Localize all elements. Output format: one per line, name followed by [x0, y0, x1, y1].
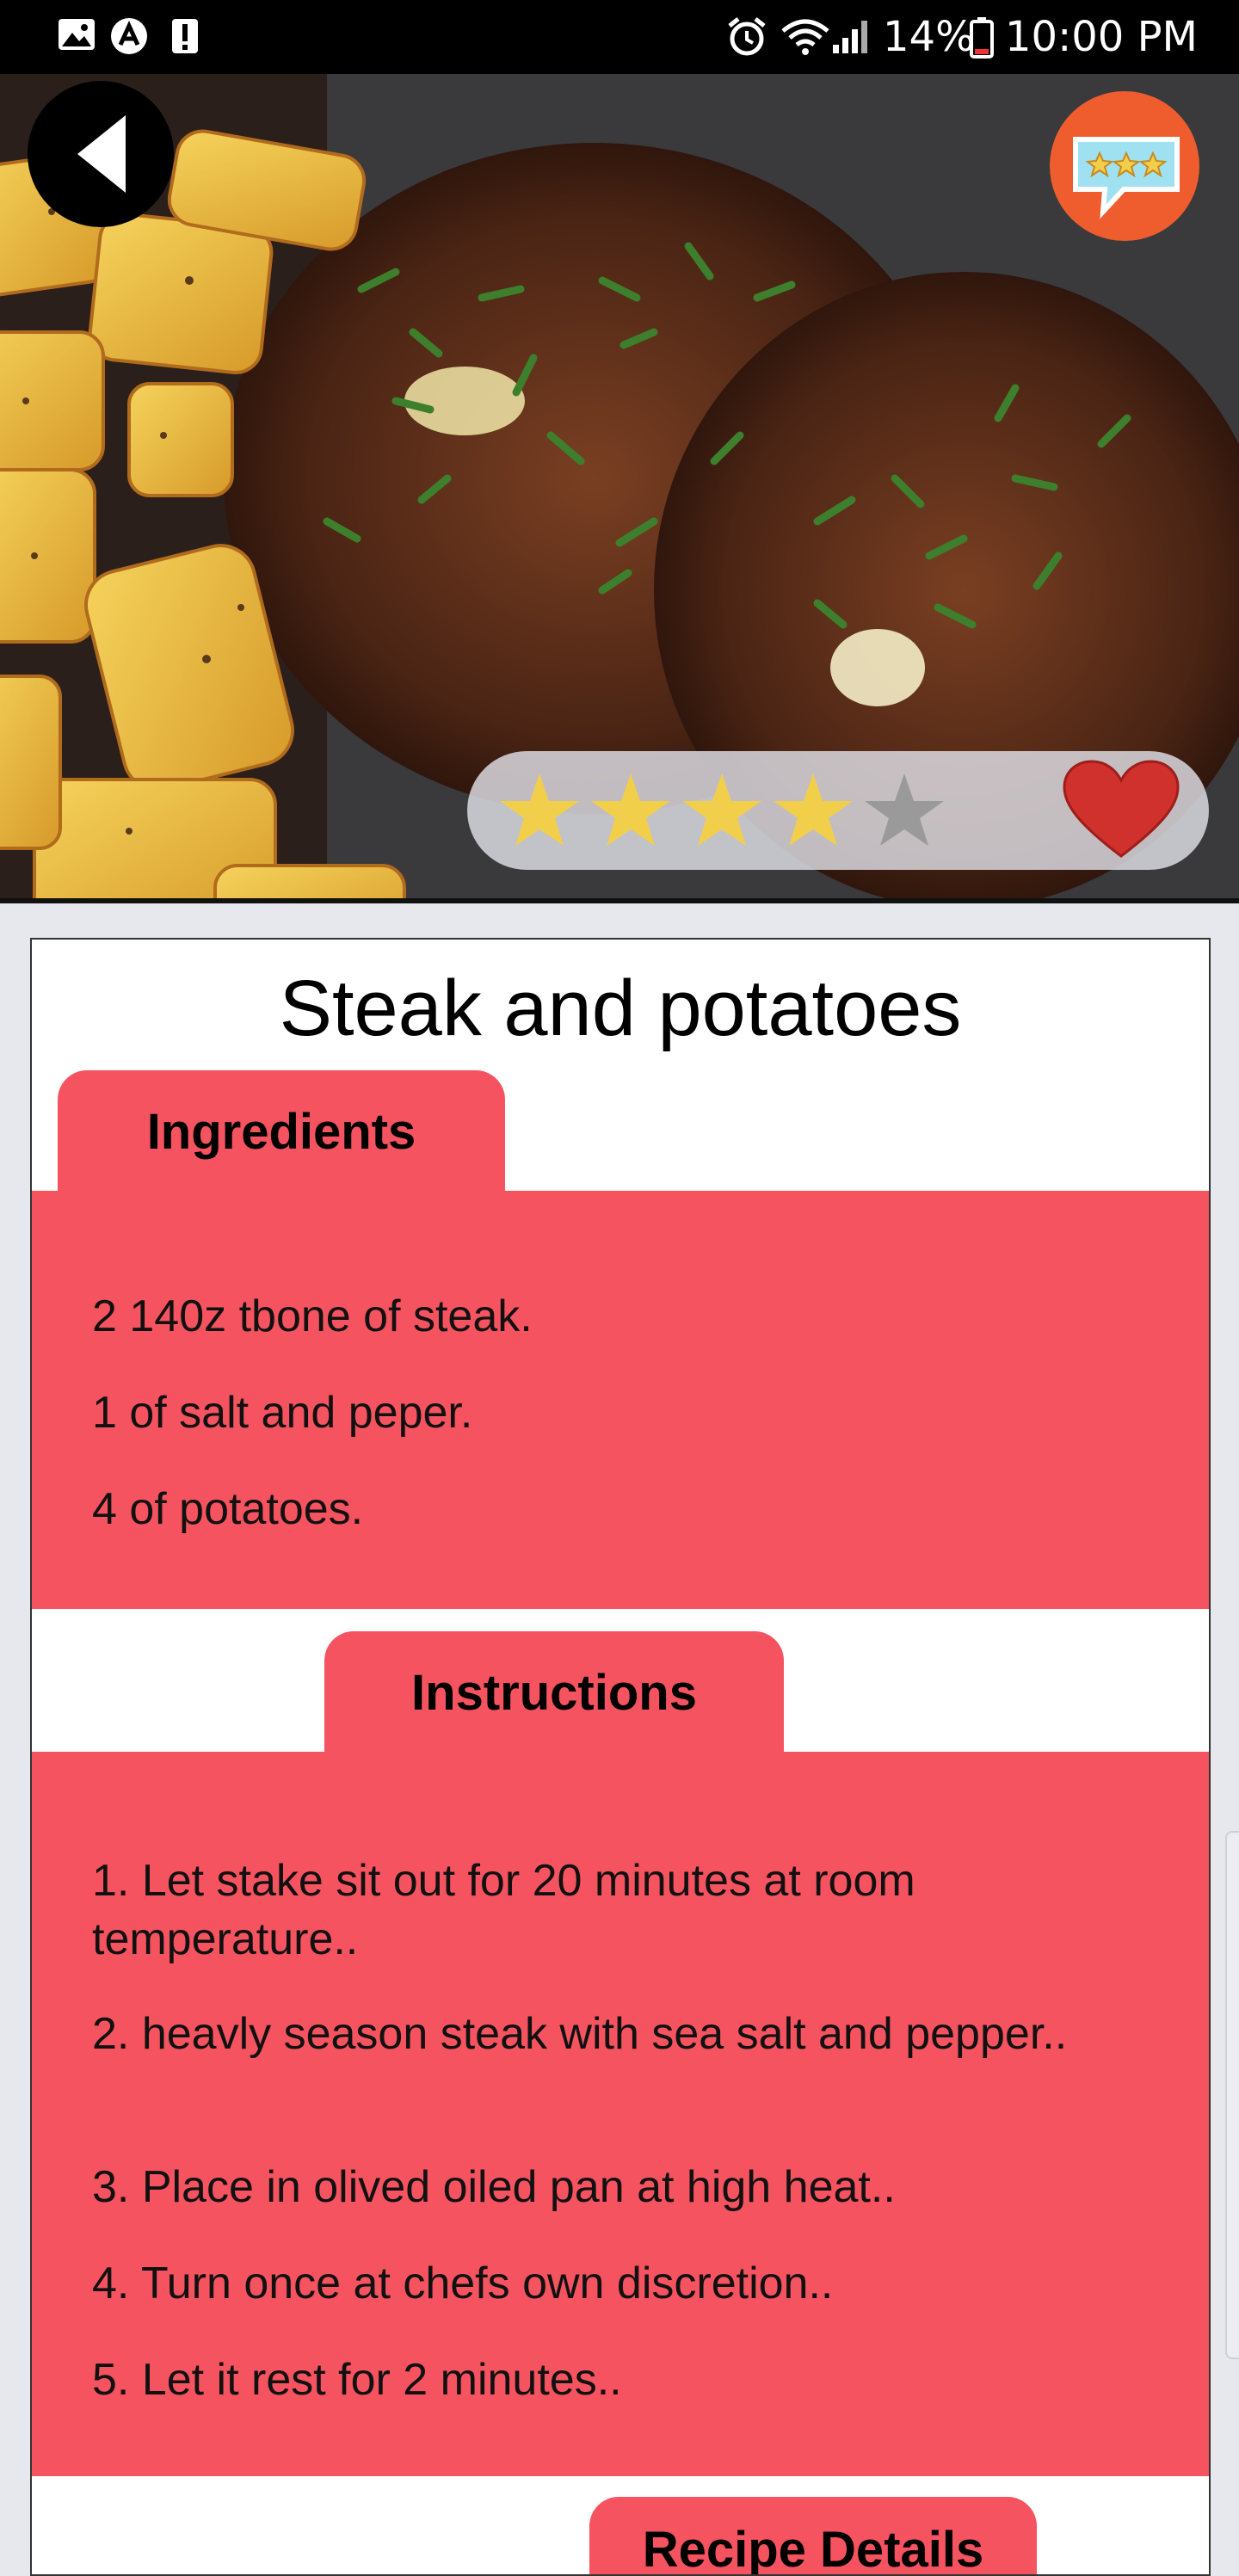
rating-bar [467, 751, 1209, 870]
tab-ingredients-label: Ingredients [146, 1103, 416, 1160]
star-5-icon[interactable] [863, 770, 946, 849]
instruction-step: 1. Let stake sit out for 20 minutes at r… [92, 1856, 915, 1964]
review-stars-icon [1073, 137, 1180, 219]
ingredients-panel: 2 140z tbone of steak. 1 of salt and pep… [32, 1191, 1209, 1609]
battery-percent: 14% [883, 13, 975, 61]
instruction-step: 2. heavly season steak with sea salt and… [92, 2009, 1068, 2059]
scrollbar[interactable] [1225, 1831, 1239, 2359]
heart-icon[interactable] [1061, 760, 1181, 863]
alert-icon [172, 19, 198, 53]
ingredient-item: 1 of salt and peper. [92, 1388, 473, 1438]
back-arrow-icon [77, 115, 126, 193]
recipe-title: Steak and potatoes [279, 964, 962, 1052]
star-4-icon[interactable] [772, 770, 854, 849]
app-a-icon [111, 18, 147, 54]
battery-icon [970, 17, 994, 59]
instruction-step: 4. Turn once at chefs own discretion.. [92, 2259, 834, 2308]
status-bar: 14% 10:00 PM [0, 0, 1239, 74]
star-1-icon[interactable] [498, 770, 581, 849]
instruction-step: 5. Let it rest for 2 minutes.. [92, 2355, 622, 2405]
image-icon [59, 19, 95, 50]
star-2-icon[interactable] [589, 770, 672, 849]
instructions-panel: 1. Let stake sit out for 20 minutes at r… [32, 1752, 1209, 2476]
tab-recipe-details[interactable]: Recipe Details [589, 2497, 1037, 2576]
signal-icon [833, 21, 867, 53]
clock: 10:00 PM [1005, 13, 1198, 61]
tab-recipe-details-label: Recipe Details [642, 2522, 984, 2576]
tab-ingredients[interactable]: Ingredients [58, 1070, 505, 1192]
tab-instructions-label: Instructions [411, 1664, 697, 1721]
back-button[interactable] [28, 81, 174, 227]
tab-instructions[interactable]: Instructions [324, 1631, 784, 1753]
wifi-icon [781, 19, 829, 55]
star-3-icon[interactable] [681, 770, 763, 849]
ingredient-item: 2 140z tbone of steak. [92, 1291, 533, 1341]
divider [0, 898, 1239, 903]
alarm-icon [728, 17, 766, 56]
review-button[interactable] [1050, 91, 1199, 241]
recipe-card: Steak and potatoes Ingredients 2 140z tb… [30, 938, 1211, 2576]
instruction-step: 3. Place in olived oiled pan at high hea… [92, 2162, 896, 2212]
ingredient-item: 4 of potatoes. [92, 1484, 364, 1534]
